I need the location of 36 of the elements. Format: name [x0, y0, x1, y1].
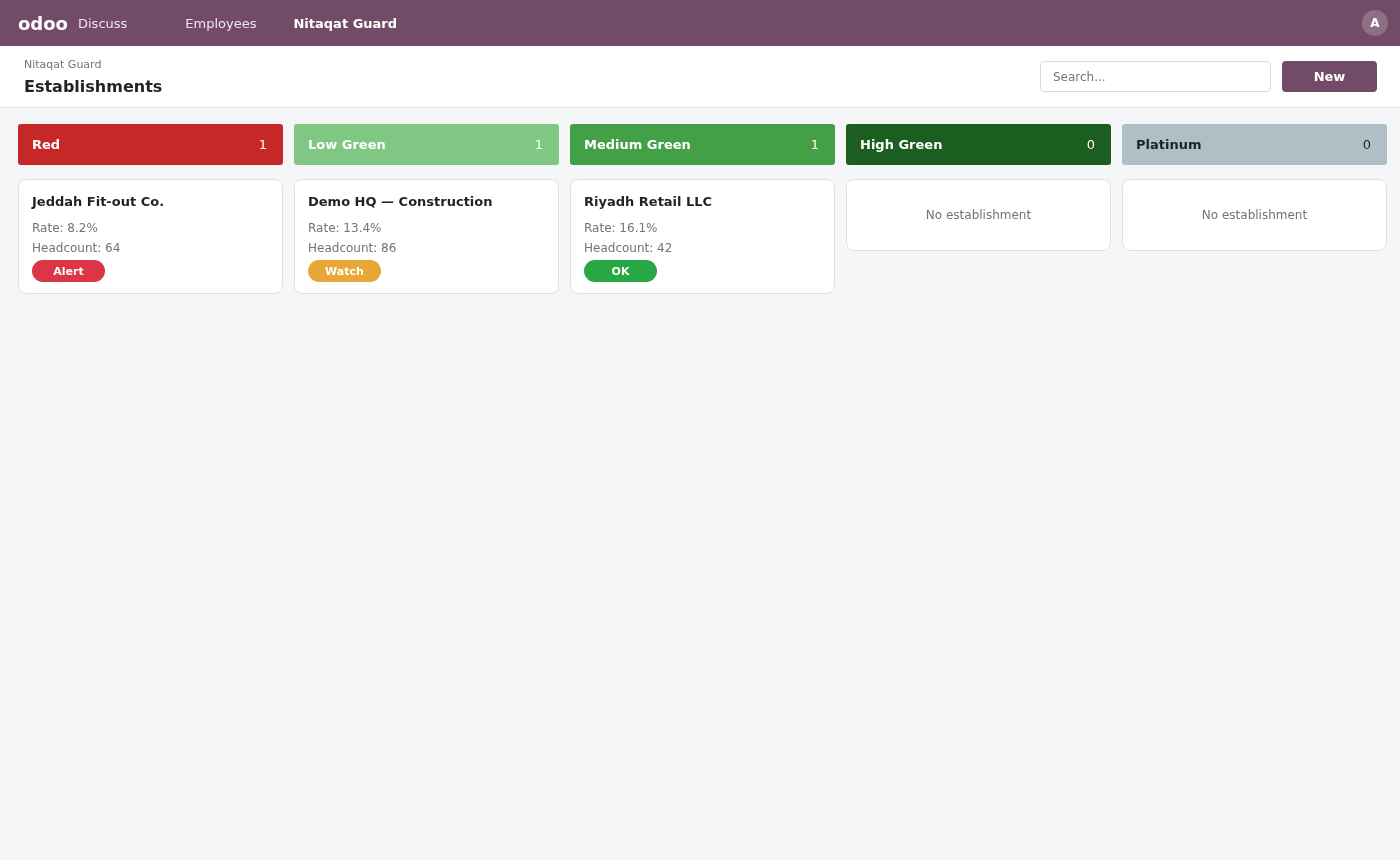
column-title: High Green: [860, 137, 943, 152]
status-badge: Watch: [308, 260, 381, 282]
column-title: Low Green: [308, 137, 386, 152]
menu-item[interactable]: Employees: [185, 11, 257, 35]
breadcrumb[interactable]: Nitaqat Guard: [24, 57, 1040, 71]
column-count: 1: [810, 137, 819, 152]
establishment-card[interactable]: Jeddah Fit-out Co. Rate: 8.2% Headcount: 64 Alert: [18, 179, 283, 294]
new-button[interactable]: New: [1282, 61, 1377, 92]
column-count: 0: [1362, 137, 1371, 152]
menu-item[interactable]: Nitaqat Guard: [293, 11, 398, 35]
headcount-text: Headcount: 64: [32, 241, 121, 255]
establishment-name: Jeddah Fit-out Co.: [32, 194, 165, 209]
page-title: Establishments: [24, 76, 164, 96]
status-badge: Alert: [32, 260, 105, 282]
column-title: Platinum: [1136, 137, 1202, 152]
establishment-card[interactable]: Riyadh Retail LLC Rate: 16.1% Headcount: 42 OK: [570, 179, 835, 294]
column-count: 1: [258, 137, 267, 152]
establishment-name: Demo HQ — Construction: [308, 194, 493, 209]
user-avatar[interactable]: A: [1362, 10, 1388, 36]
column-title: Red: [32, 137, 61, 152]
app-logo[interactable]: odoo: [18, 12, 68, 34]
headcount-text: Headcount: 86: [308, 241, 397, 255]
column-count: 1: [534, 137, 543, 152]
menu-item[interactable]: Discuss: [78, 11, 128, 35]
establishment-name: Riyadh Retail LLC: [584, 194, 713, 209]
headcount-text: Headcount: 42: [584, 241, 673, 255]
rate-text: Rate: 16.1%: [584, 221, 658, 235]
establishment-card[interactable]: Demo HQ — Construction Rate: 13.4% Headcount: 86 Watch: [294, 179, 559, 294]
empty-message: No establishment: [925, 208, 1032, 222]
rate-text: Rate: 8.2%: [32, 221, 98, 235]
column-count: 0: [1086, 137, 1095, 152]
status-badge: OK: [584, 260, 657, 282]
search-field[interactable]: Search...: [1040, 61, 1271, 92]
column-title: Medium Green: [584, 137, 691, 152]
empty-message: No establishment: [1201, 208, 1308, 222]
rate-text: Rate: 13.4%: [308, 221, 382, 235]
